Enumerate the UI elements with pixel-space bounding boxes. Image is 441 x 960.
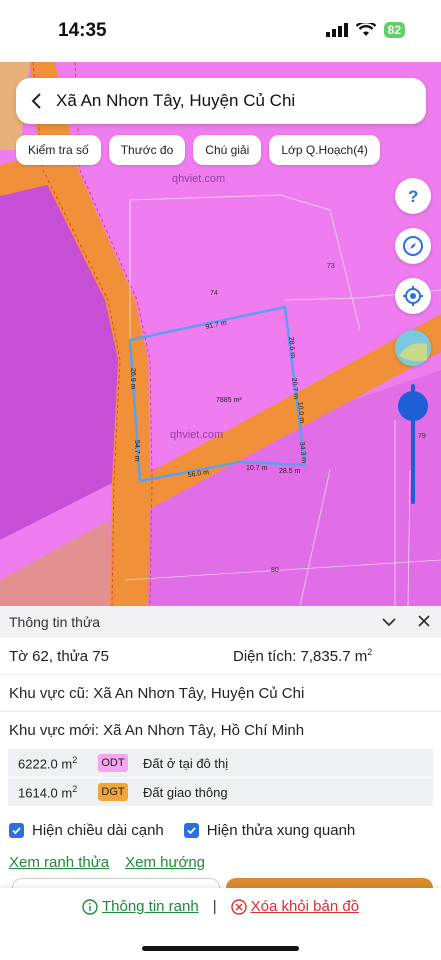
edge-label-bottom-right: 28.5 m xyxy=(279,468,301,475)
area-value: Diện tích: 7,835.7 m2 xyxy=(233,647,373,665)
search-bar[interactable]: Xã An Nhơn Tây, Huyện Củ Chi xyxy=(16,78,426,124)
show-neighbors-label[interactable]: Hiện thửa xung quanh xyxy=(207,822,355,839)
back-icon[interactable] xyxy=(16,78,56,124)
crosshair-icon xyxy=(403,286,423,306)
help-icon: ? xyxy=(408,187,418,206)
status-bar: 14:35 82 xyxy=(0,0,441,62)
search-location-text[interactable]: Xã An Nhơn Tây, Huyện Củ Chi xyxy=(56,91,295,111)
remove-circle-icon xyxy=(230,898,247,915)
show-edge-length-label[interactable]: Hiện chiều dài cạnh xyxy=(32,822,164,839)
clock: 14:35 xyxy=(58,20,107,41)
zone-code-badge: DGT xyxy=(98,783,128,801)
footer-separator: | xyxy=(212,898,217,915)
edge-label-top: 91.7 m xyxy=(205,320,228,331)
battery-indicator: 82 xyxy=(383,22,405,38)
zone-table: 6222.0 m2 ODT Đất ở tại đô thị 1614.0 m2… xyxy=(8,749,433,807)
edge-label-left-lower: 54.7 m xyxy=(133,440,140,462)
close-icon[interactable] xyxy=(417,614,431,628)
zone-area: 1614.0 m2 xyxy=(18,783,78,801)
svg-text:?: ? xyxy=(408,187,418,206)
edge-label-right-upper: 28.6 m xyxy=(287,336,296,358)
checkbox-checked-icon[interactable] xyxy=(183,822,199,838)
help-button[interactable]: ? xyxy=(395,178,431,214)
edge-label-bottom-left: 56.0 m xyxy=(187,469,209,479)
neighbor-79: 79 xyxy=(418,433,426,440)
collapse-chevron-icon[interactable] xyxy=(381,614,397,630)
measure-button[interactable]: Thước đo xyxy=(108,135,186,165)
sheet-parcel-row: Tờ 62, thửa 75 Diện tích: 7,835.7 m2 xyxy=(0,638,441,675)
edge-label-left-upper: 26.9 m xyxy=(129,368,136,390)
new-area: Khu vực mới: Xã An Nhơn Tây, Hồ Chí Minh xyxy=(9,722,305,739)
zone-area: 6222.0 m2 xyxy=(18,754,78,772)
home-indicator xyxy=(142,946,299,951)
locate-button[interactable] xyxy=(395,278,431,314)
neighbor-80: 80 xyxy=(271,567,279,574)
planning-layers-button[interactable]: Lớp Q.Hoạch(4) xyxy=(269,135,380,165)
info-icon xyxy=(82,898,98,915)
footer-bar: Thông tin ranh | Xóa khỏi bản đồ xyxy=(0,888,441,960)
zone-row: 6222.0 m2 ODT Đất ở tại đô thị xyxy=(8,749,433,778)
status-icons: 82 xyxy=(325,22,405,38)
edge-label-diag-1: 20.7 m xyxy=(290,377,299,399)
edge-label-right-lower: 34.3 m xyxy=(298,441,307,463)
display-options: Hiện chiều dài cạnh Hiện thửa xung quanh xyxy=(0,813,441,847)
old-area: Khu vực cũ: Xã An Nhơn Tây, Huyện Củ Chi xyxy=(9,684,305,702)
zone-row: 1614.0 m2 DGT Đất giao thông xyxy=(8,778,433,807)
view-direction-link[interactable]: Xem hướng xyxy=(125,854,205,871)
map-toolbar: Kiểm tra số Thước đo Chú giải Lớp Q.Hoạc… xyxy=(16,135,380,165)
zone-code-badge: ODT xyxy=(98,754,128,772)
panel-title: Thông tin thửa xyxy=(9,614,101,630)
opacity-slider-knob[interactable] xyxy=(398,391,428,421)
compass-icon xyxy=(403,236,423,256)
show-neighbors-checkbox[interactable]: Hiện thửa xung quanh xyxy=(183,822,355,839)
view-boundary-link[interactable]: Xem ranh thửa xyxy=(9,854,109,871)
neighbor-73: 73 xyxy=(327,263,335,270)
panel-links: Xem ranh thửa Xem hướng xyxy=(0,847,441,877)
legend-button[interactable]: Chú giải xyxy=(193,135,262,165)
wifi-icon xyxy=(355,23,376,36)
remove-from-map-link[interactable]: Xóa khỏi bản đồ xyxy=(230,898,359,915)
compass-button[interactable] xyxy=(395,228,431,264)
basemap-toggle-button[interactable] xyxy=(395,330,431,366)
show-edge-length-checkbox[interactable]: Hiện chiều dài cạnh xyxy=(9,822,164,839)
watermark: qhviet.com xyxy=(172,173,225,185)
panel-header: Thông tin thửa xyxy=(0,606,441,638)
new-area-row: Khu vực mới: Xã An Nhơn Tây, Hồ Chí Minh xyxy=(0,712,441,749)
sheet-parcel: Tờ 62, thửa 75 xyxy=(9,647,109,665)
boundary-info-link[interactable]: Thông tin ranh xyxy=(82,898,199,915)
signal-icon xyxy=(325,23,348,37)
checkbox-checked-icon[interactable] xyxy=(9,822,24,838)
zone-name: Đất ở tại đô thị xyxy=(143,755,229,771)
edge-label-diag-2: 10.0 m xyxy=(296,401,305,423)
satellite-thumbnail-icon xyxy=(395,330,431,366)
neighbor-74: 74 xyxy=(210,290,218,297)
zone-name: Đất giao thông xyxy=(143,784,228,800)
old-area-row: Khu vực cũ: Xã An Nhơn Tây, Huyện Củ Chi xyxy=(0,675,441,712)
edge-label-bottom-mid: 10.7 m xyxy=(246,465,268,472)
check-number-button[interactable]: Kiểm tra số xyxy=(16,135,101,165)
parcel-area-label: 7885 m² xyxy=(216,397,242,404)
watermark-2: qhviet.com xyxy=(170,429,223,441)
